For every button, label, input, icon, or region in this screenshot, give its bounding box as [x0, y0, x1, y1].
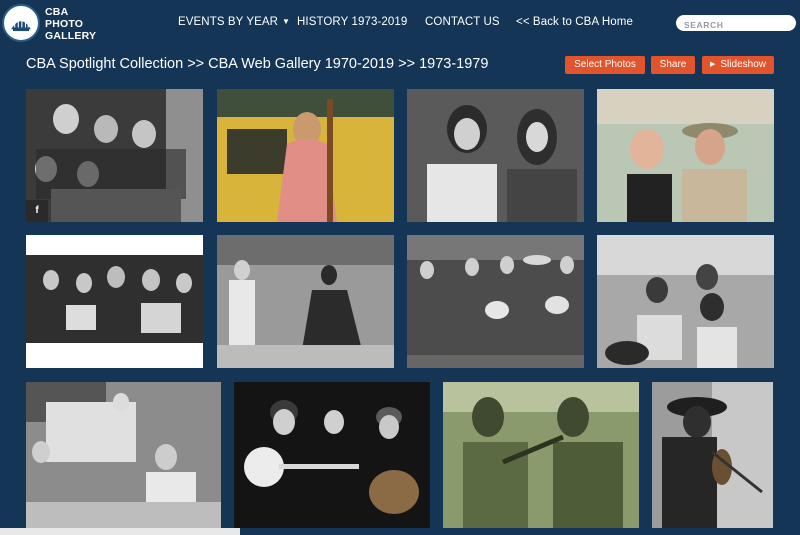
slideshow-button[interactable]: ▶ Slideshow	[702, 56, 774, 74]
play-icon: ▶	[710, 61, 716, 68]
nav-contact-us[interactable]: CONTACT US	[425, 16, 500, 28]
photo-image	[26, 89, 203, 222]
share-button[interactable]: Share	[651, 56, 695, 74]
gallery-photo-12[interactable]	[652, 382, 773, 528]
breadcrumb[interactable]: CBA Spotlight Collection >> CBA Web Gall…	[26, 56, 488, 72]
nav-events-by-year[interactable]: EVENTS BY YEAR ▼	[178, 16, 290, 28]
photo-image	[597, 235, 774, 368]
photo-image	[652, 382, 773, 528]
photo-image	[407, 89, 584, 222]
top-navigation-bar: CBA PHOTO GALLERY EVENTS BY YEAR ▼ HISTOR…	[0, 0, 800, 46]
horizontal-scrollbar[interactable]	[0, 528, 240, 535]
gallery-photo-1[interactable]: f	[26, 89, 203, 222]
photo-image	[443, 382, 639, 528]
nav-history[interactable]: HISTORY 1973-2019	[297, 16, 407, 28]
chevron-down-icon: ▼	[282, 17, 291, 26]
select-photos-button[interactable]: Select Photos	[565, 56, 645, 74]
brand-line-1: CBA	[45, 6, 69, 18]
brand-name[interactable]: CBA PHOTO GALLERY	[45, 6, 96, 42]
photo-image	[407, 235, 584, 368]
logo-emblem-icon	[5, 7, 37, 39]
brand-line-2: PHOTO	[45, 18, 84, 30]
gallery-photo-2[interactable]	[217, 89, 394, 222]
photo-image	[26, 382, 221, 528]
slideshow-label: Slideshow	[720, 59, 766, 70]
search-input[interactable]	[676, 17, 796, 33]
nav-back-to-home[interactable]: << Back to CBA Home	[516, 16, 633, 28]
gallery-photo-8[interactable]	[597, 235, 774, 368]
gallery-photo-9[interactable]	[26, 382, 221, 528]
brand-line-3: GALLERY	[45, 30, 97, 42]
photo-image	[26, 235, 203, 368]
gallery-photo-6[interactable]	[217, 235, 394, 368]
nav-events-label: EVENTS BY YEAR	[178, 16, 279, 28]
facebook-icon[interactable]: f	[26, 200, 48, 222]
photo-image	[597, 89, 774, 222]
cba-logo[interactable]	[2, 4, 40, 42]
gallery-photo-10[interactable]	[234, 382, 430, 528]
photo-image	[234, 382, 430, 528]
photo-image	[217, 89, 394, 222]
gallery-photo-5[interactable]	[26, 235, 203, 368]
search-box	[676, 15, 796, 33]
gallery-photo-11[interactable]	[443, 382, 639, 528]
photo-image	[217, 235, 394, 368]
gallery-photo-4[interactable]	[597, 89, 774, 222]
gallery-photo-7[interactable]	[407, 235, 584, 368]
gallery-photo-3[interactable]	[407, 89, 584, 222]
